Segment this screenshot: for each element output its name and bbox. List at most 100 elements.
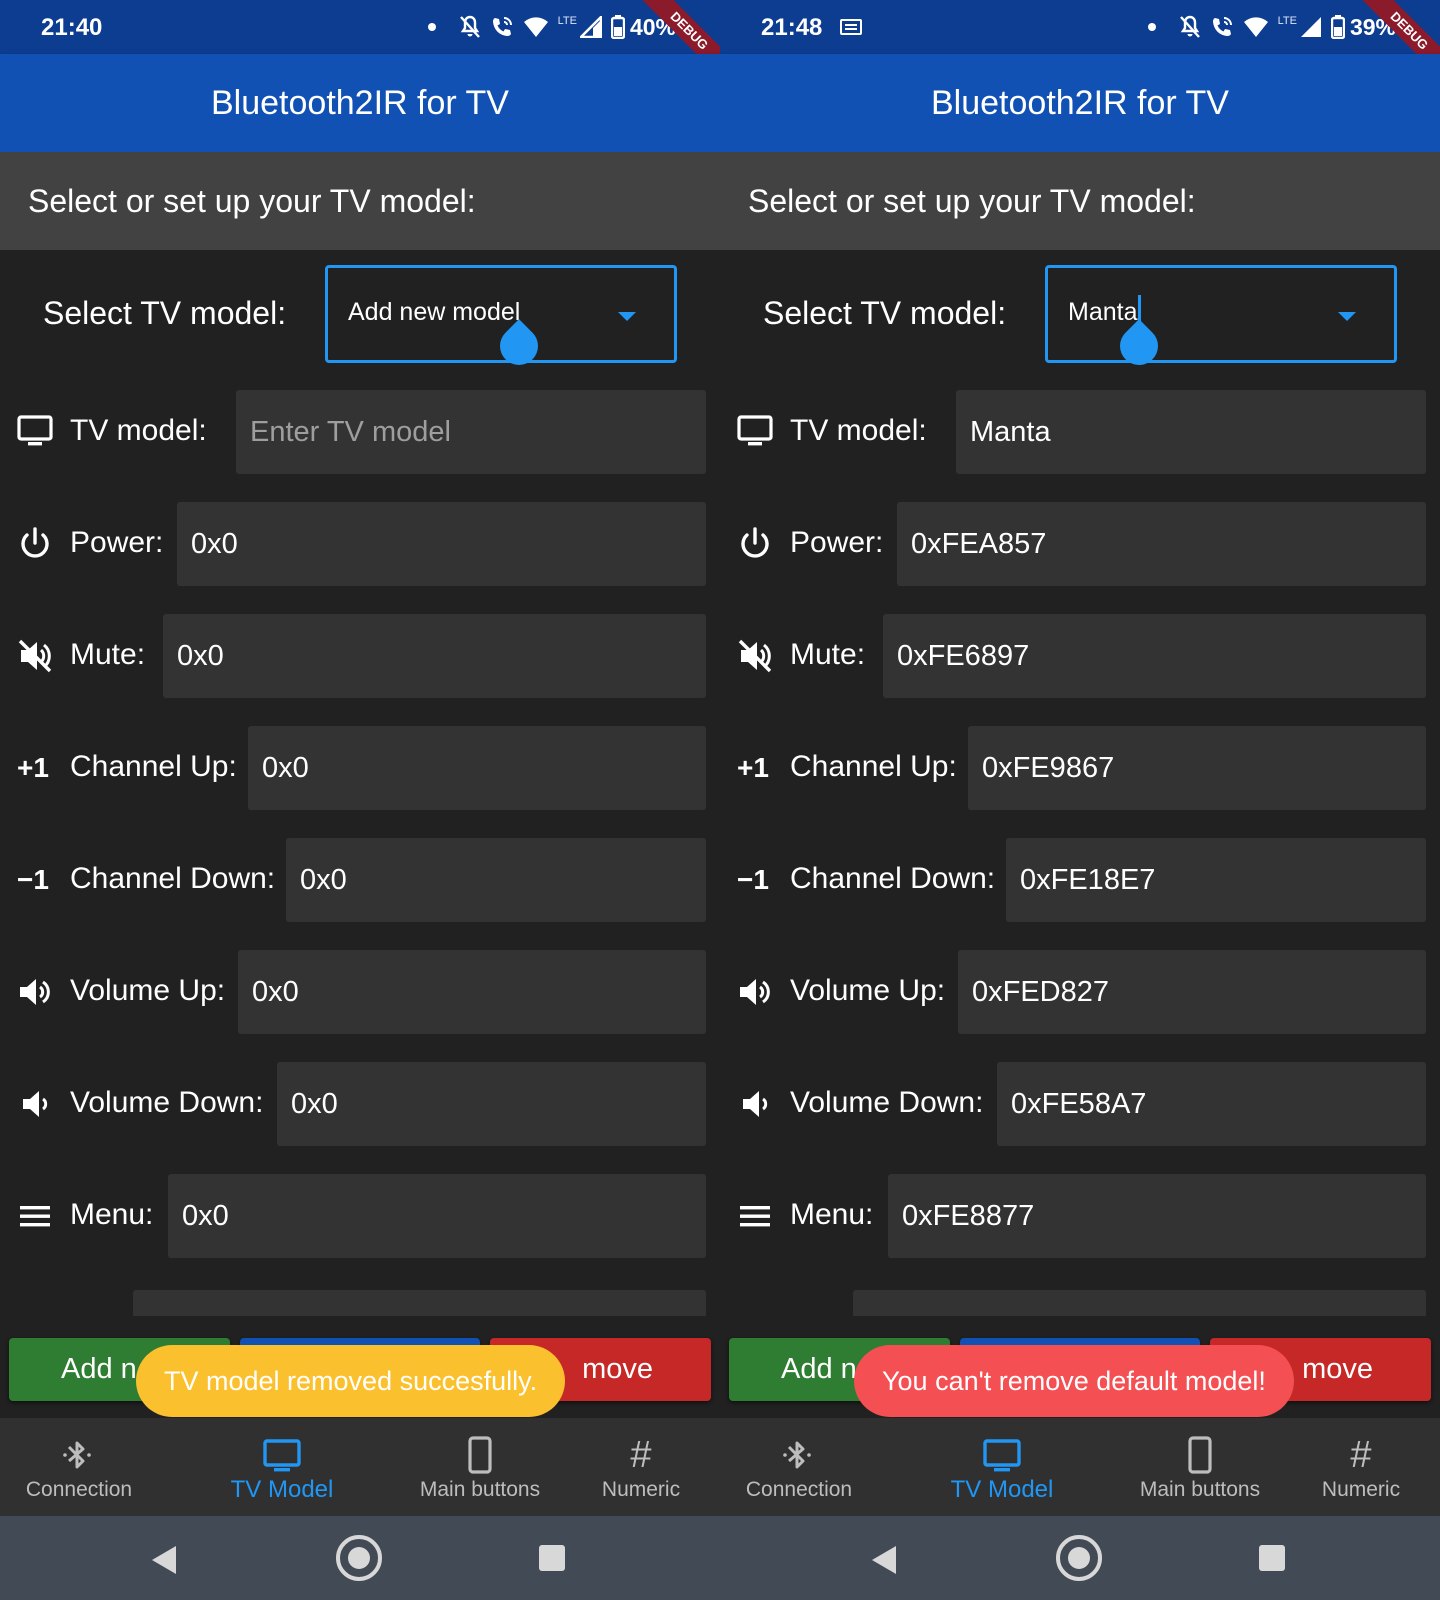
back-icon[interactable] xyxy=(872,1546,896,1574)
power-input[interactable] xyxy=(177,502,706,586)
mute-input[interactable] xyxy=(883,614,1426,698)
nav-tv-model-label: TV Model xyxy=(230,1476,334,1503)
nav-connection-label: Connection xyxy=(745,1478,853,1501)
volume-down-icon xyxy=(23,1091,48,1117)
nav-numeric[interactable]: # Numeric xyxy=(586,1418,696,1516)
tv-icon xyxy=(983,1439,1021,1472)
tv-icon xyxy=(17,415,53,446)
nav-main-buttons-label: Main buttons xyxy=(419,1478,541,1501)
channel-up-input[interactable] xyxy=(248,726,706,810)
hash-icon: # xyxy=(630,1434,652,1476)
nav-tv-model[interactable]: TV Model xyxy=(212,1418,352,1516)
recent-apps-icon[interactable] xyxy=(539,1545,565,1571)
hash-icon: # xyxy=(1350,1434,1372,1476)
call-icon xyxy=(492,17,512,36)
nav-main-buttons-label: Main buttons xyxy=(1139,1478,1261,1501)
volume-up-label: Volume Up: xyxy=(70,974,226,1007)
status-time: 21:40 xyxy=(41,14,103,41)
nav-main-buttons[interactable]: Main buttons xyxy=(1120,1418,1280,1516)
mute-label: Mute: xyxy=(790,638,866,671)
power-icon xyxy=(741,527,769,558)
nav-connection[interactable]: Connection xyxy=(10,1418,148,1516)
volume-up-row: Volume Up: xyxy=(720,950,1440,1034)
select-tv-model-label: Select TV model: xyxy=(43,295,287,331)
dropdown-selected-value: Add new model xyxy=(348,298,521,326)
status-time: 21:48 xyxy=(761,14,823,41)
nav-numeric-label: Numeric xyxy=(601,1478,681,1501)
power-input[interactable] xyxy=(897,502,1426,586)
system-navigation-bar xyxy=(720,1516,1440,1600)
caret-down-icon xyxy=(618,312,636,321)
channel-up-row: +1 Channel Up: xyxy=(720,726,1440,810)
nav-connection[interactable]: Connection xyxy=(730,1418,868,1516)
bell-off-icon xyxy=(459,15,480,38)
partial-input-field[interactable] xyxy=(853,1290,1426,1316)
tv-model-input[interactable] xyxy=(956,390,1426,474)
volume-down-input[interactable] xyxy=(997,1062,1426,1146)
channel-up-input[interactable] xyxy=(968,726,1426,810)
plus-one-icon: +1 xyxy=(737,752,769,783)
volume-off-icon xyxy=(18,639,52,673)
power-icon xyxy=(21,527,49,558)
nav-tv-model-label: TV Model xyxy=(950,1476,1054,1503)
nav-numeric[interactable]: # Numeric xyxy=(1306,1418,1416,1516)
volume-down-icon xyxy=(743,1091,768,1117)
app-bar-title: Bluetooth2IR for TV xyxy=(0,54,720,152)
channel-down-input[interactable] xyxy=(1006,838,1426,922)
bell-off-icon xyxy=(1179,15,1200,38)
dropdown-selected-value: Manta xyxy=(1068,298,1138,326)
notification-dot-icon xyxy=(427,23,436,31)
phone-icon xyxy=(468,1436,492,1474)
section-title: Select or set up your TV model: xyxy=(720,152,1440,250)
menu-input[interactable] xyxy=(888,1174,1426,1258)
volume-down-input[interactable] xyxy=(277,1062,706,1146)
status-bar: 21:48 LTE 39% DEBUG xyxy=(720,0,1440,85)
volume-up-row: Volume Up: xyxy=(0,950,720,1034)
nav-main-buttons[interactable]: Main buttons xyxy=(400,1418,560,1516)
screenshots-container: 21:40 LTE 40% DEBUG Bluetooth2IR for TV … xyxy=(0,0,1440,1600)
bluetooth-icon xyxy=(63,1441,91,1469)
tv-model-label: TV model: xyxy=(70,414,207,447)
menu-row: Menu: xyxy=(720,1174,1440,1258)
back-icon[interactable] xyxy=(152,1546,176,1574)
nav-tv-model[interactable]: TV Model xyxy=(932,1418,1072,1516)
bottom-navigation: Connection TV Model Main buttons # Numer… xyxy=(720,1418,1440,1516)
channel-down-input[interactable] xyxy=(286,838,706,922)
home-icon[interactable] xyxy=(336,1535,382,1581)
volume-up-input[interactable] xyxy=(238,950,706,1034)
menu-label: Menu: xyxy=(70,1198,154,1231)
home-icon[interactable] xyxy=(1056,1535,1102,1581)
phone-screen-right: 21:48 LTE 39% DEBUG Bluetooth2IR for TV … xyxy=(720,0,1440,1600)
power-row: Power: xyxy=(720,502,1440,586)
call-icon xyxy=(1212,17,1232,36)
volume-down-label: Volume Down: xyxy=(70,1086,264,1119)
tv-model-label: TV model: xyxy=(790,414,927,447)
phone-screen-left: 21:40 LTE 40% DEBUG Bluetooth2IR for TV … xyxy=(0,0,720,1600)
tv-model-dropdown[interactable]: Manta xyxy=(1045,265,1397,363)
partial-input-field[interactable] xyxy=(133,1290,706,1316)
volume-down-row: Volume Down: xyxy=(0,1062,720,1146)
keyboard-icon xyxy=(840,19,862,35)
power-label: Power: xyxy=(790,526,884,559)
phone-icon xyxy=(1188,1436,1212,1474)
power-row: Power: xyxy=(0,502,720,586)
volume-down-row: Volume Down: xyxy=(720,1062,1440,1146)
menu-icon xyxy=(20,1206,50,1227)
tv-icon xyxy=(737,415,773,446)
tv-model-select-row: Select TV model: Manta xyxy=(720,265,1440,373)
signal-icon xyxy=(579,16,602,38)
channel-down-row: −1 Channel Down: xyxy=(720,838,1440,922)
status-icons: LTE 40% xyxy=(427,12,676,42)
mute-input[interactable] xyxy=(163,614,706,698)
channel-up-label: Channel Up: xyxy=(70,750,237,783)
tv-icon xyxy=(263,1439,301,1472)
system-navigation-bar xyxy=(0,1516,720,1600)
tv-model-input[interactable] xyxy=(236,390,706,474)
recent-apps-icon[interactable] xyxy=(1259,1545,1285,1571)
menu-input[interactable] xyxy=(168,1174,706,1258)
battery-icon xyxy=(610,15,625,39)
channel-up-label: Channel Up: xyxy=(790,750,957,783)
volume-up-input[interactable] xyxy=(958,950,1426,1034)
volume-up-label: Volume Up: xyxy=(790,974,946,1007)
lte-label: LTE xyxy=(1277,15,1297,27)
